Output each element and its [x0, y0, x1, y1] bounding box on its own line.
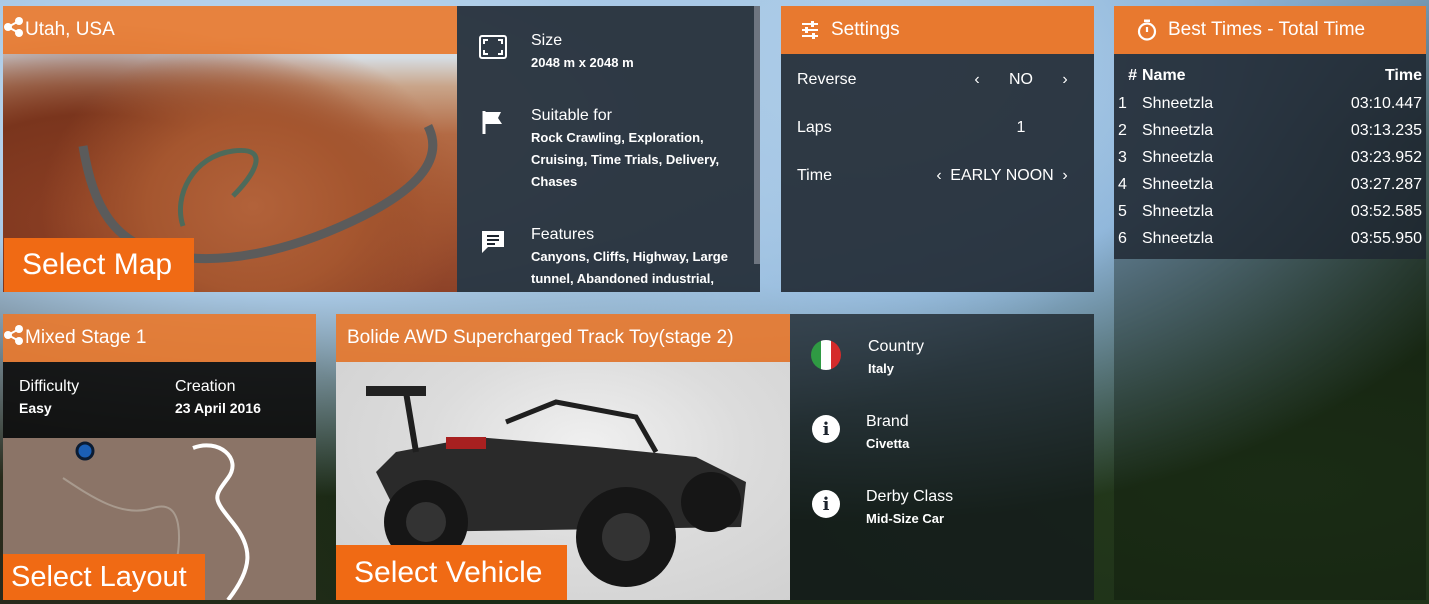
country-label: Country: [868, 338, 925, 355]
select-layout-button[interactable]: Select Layout: [3, 554, 205, 600]
reverse-next-arrow-icon[interactable]: ›: [1054, 69, 1076, 91]
rank-cell: 2: [1118, 121, 1127, 139]
time-next-arrow-icon[interactable]: ›: [1054, 165, 1076, 187]
name-column-header: Name: [1142, 67, 1186, 84]
difficulty-value: Easy: [19, 400, 52, 416]
rank-cell: 5: [1118, 202, 1127, 220]
rank-column-header: #: [1128, 67, 1137, 84]
difficulty-label: Difficulty: [19, 378, 80, 395]
brand-label: Brand: [866, 413, 909, 430]
layout-info-bar: Difficulty Easy Creation 23 April 2016: [3, 362, 316, 438]
name-cell: Shneetzla: [1142, 175, 1214, 193]
vehicle-card-header: Bolide AWD Supercharged Track Toy(stage …: [336, 314, 790, 362]
time-cell: 03:10.447: [1350, 94, 1422, 112]
time-cell: 03:55.950: [1350, 229, 1422, 247]
vehicle-info-panel: Country Italy i Brand Civetta i Derby Cl…: [790, 314, 1094, 600]
best-times-empty-area: [1114, 259, 1426, 600]
laps-value[interactable]: 1: [988, 119, 1054, 137]
map-size-row: Size 2048 m x 2048 m: [473, 30, 754, 74]
map-suitable-label: Suitable for: [531, 107, 612, 124]
rank-cell: 6: [1118, 229, 1127, 247]
time-cell: 03:52.585: [1350, 202, 1422, 220]
reverse-setting: Reverse ‹ NO ›: [797, 65, 1076, 95]
map-info-panel: Size 2048 m x 2048 m Suitable for Rock C…: [457, 6, 760, 292]
time-cell: 03:27.287: [1350, 175, 1422, 193]
layout-title: Mixed Stage 1: [25, 327, 147, 348]
settings-panel: Settings Reverse ‹ NO › Laps 1 Time ‹ EA…: [781, 6, 1094, 292]
name-cell: Shneetzla: [1142, 121, 1214, 139]
map-card-header: Utah, USA: [3, 6, 457, 54]
map-info-scrollbar[interactable]: [754, 6, 760, 264]
brand-value: Civetta: [866, 436, 910, 451]
settings-header: Settings: [781, 6, 1094, 54]
table-row: 1 Shneetzla 03:10.447: [1114, 90, 1426, 117]
table-row: 6 Shneetzla 03:55.950: [1114, 225, 1426, 252]
map-share-icon: [3, 16, 25, 44]
derby-class-label: Derby Class: [866, 488, 954, 505]
country-row: Country Italy: [806, 336, 1088, 380]
reverse-prev-arrow-icon[interactable]: ‹: [966, 69, 988, 91]
table-row: 3 Shneetzla 03:23.952: [1114, 144, 1426, 171]
name-cell: Shneetzla: [1142, 148, 1214, 166]
creation-label: Creation: [175, 378, 236, 395]
flag-icon: [481, 109, 505, 193]
table-row: 5 Shneetzla 03:52.585: [1114, 198, 1426, 225]
rank-cell: 1: [1118, 94, 1127, 112]
map-share-icon: [3, 324, 25, 352]
rank-cell: 4: [1118, 175, 1127, 193]
rank-cell: 3: [1118, 148, 1127, 166]
layout-card-header: Mixed Stage 1: [3, 314, 316, 362]
comment-icon: [479, 228, 507, 290]
size-frame-icon: [478, 34, 508, 74]
map-features-label: Features: [531, 226, 595, 243]
brand-row: i Brand Civetta: [806, 411, 1088, 455]
table-row: 2 Shneetzla 03:13.235: [1114, 117, 1426, 144]
layout-card: Mixed Stage 1 Difficulty Easy Creation 2…: [3, 314, 316, 600]
time-cell: 03:23.952: [1350, 148, 1422, 166]
derby-class-row: i Derby Class Mid-Size Car: [806, 486, 1088, 530]
name-cell: Shneetzla: [1142, 202, 1214, 220]
info-icon: i: [812, 490, 840, 518]
best-times-header: Best Times - Total Time: [1114, 6, 1426, 54]
time-column-header: Time: [1384, 67, 1422, 84]
select-map-button[interactable]: Select Map: [4, 238, 194, 292]
name-cell: Shneetzla: [1142, 229, 1214, 247]
italy-flag-icon: [811, 340, 841, 370]
map-card: Utah, USA Select Map: [3, 6, 457, 292]
time-value: EARLY NOON: [950, 167, 1054, 184]
map-features-row: Features Canyons, Cliffs, Highway, Large…: [473, 224, 754, 290]
time-prev-arrow-icon[interactable]: ‹: [928, 165, 950, 187]
settings-title: Settings: [831, 19, 900, 40]
time-cell: 03:13.235: [1350, 121, 1422, 139]
name-cell: Shneetzla: [1142, 94, 1214, 112]
creation-value: 23 April 2016: [175, 400, 261, 416]
map-suitable-row: Suitable for Rock Crawling, Exploration,…: [473, 105, 754, 193]
vehicle-card: Bolide AWD Supercharged Track Toy(stage …: [336, 314, 790, 600]
time-setting: Time ‹ EARLY NOON ›: [797, 161, 1076, 191]
best-times-title: Best Times - Total Time: [1168, 19, 1366, 40]
map-features-value: Canyons, Cliffs, Highway, Large tunnel, …: [531, 249, 728, 286]
table-row: 4 Shneetzla 03:27.287: [1114, 171, 1426, 198]
map-size-label: Size: [531, 32, 563, 49]
stopwatch-icon: [1136, 19, 1158, 41]
sliders-icon: [799, 19, 821, 41]
best-times-table: # Name Time 1 Shneetzla 03:10.447 2 Shne…: [1114, 62, 1426, 252]
select-vehicle-button[interactable]: Select Vehicle: [336, 545, 567, 600]
best-times-header-row: # Name Time: [1114, 62, 1426, 90]
time-label: Time: [797, 167, 832, 184]
vehicle-title: Bolide AWD Supercharged Track Toy(stage …: [347, 327, 734, 348]
reverse-label: Reverse: [797, 71, 857, 88]
map-title: Utah, USA: [25, 19, 115, 40]
map-suitable-value: Rock Crawling, Exploration, Cruising, Ti…: [531, 130, 720, 189]
reverse-value: NO: [1009, 71, 1033, 88]
derby-class-value: Mid-Size Car: [866, 511, 945, 526]
laps-setting: Laps 1: [797, 113, 1076, 143]
country-value: Italy: [868, 361, 895, 376]
best-times-panel: Best Times - Total Time # Name Time 1 Sh…: [1114, 6, 1426, 259]
laps-label: Laps: [797, 119, 832, 136]
map-size-value: 2048 m x 2048 m: [531, 55, 634, 70]
info-icon: i: [812, 415, 840, 443]
